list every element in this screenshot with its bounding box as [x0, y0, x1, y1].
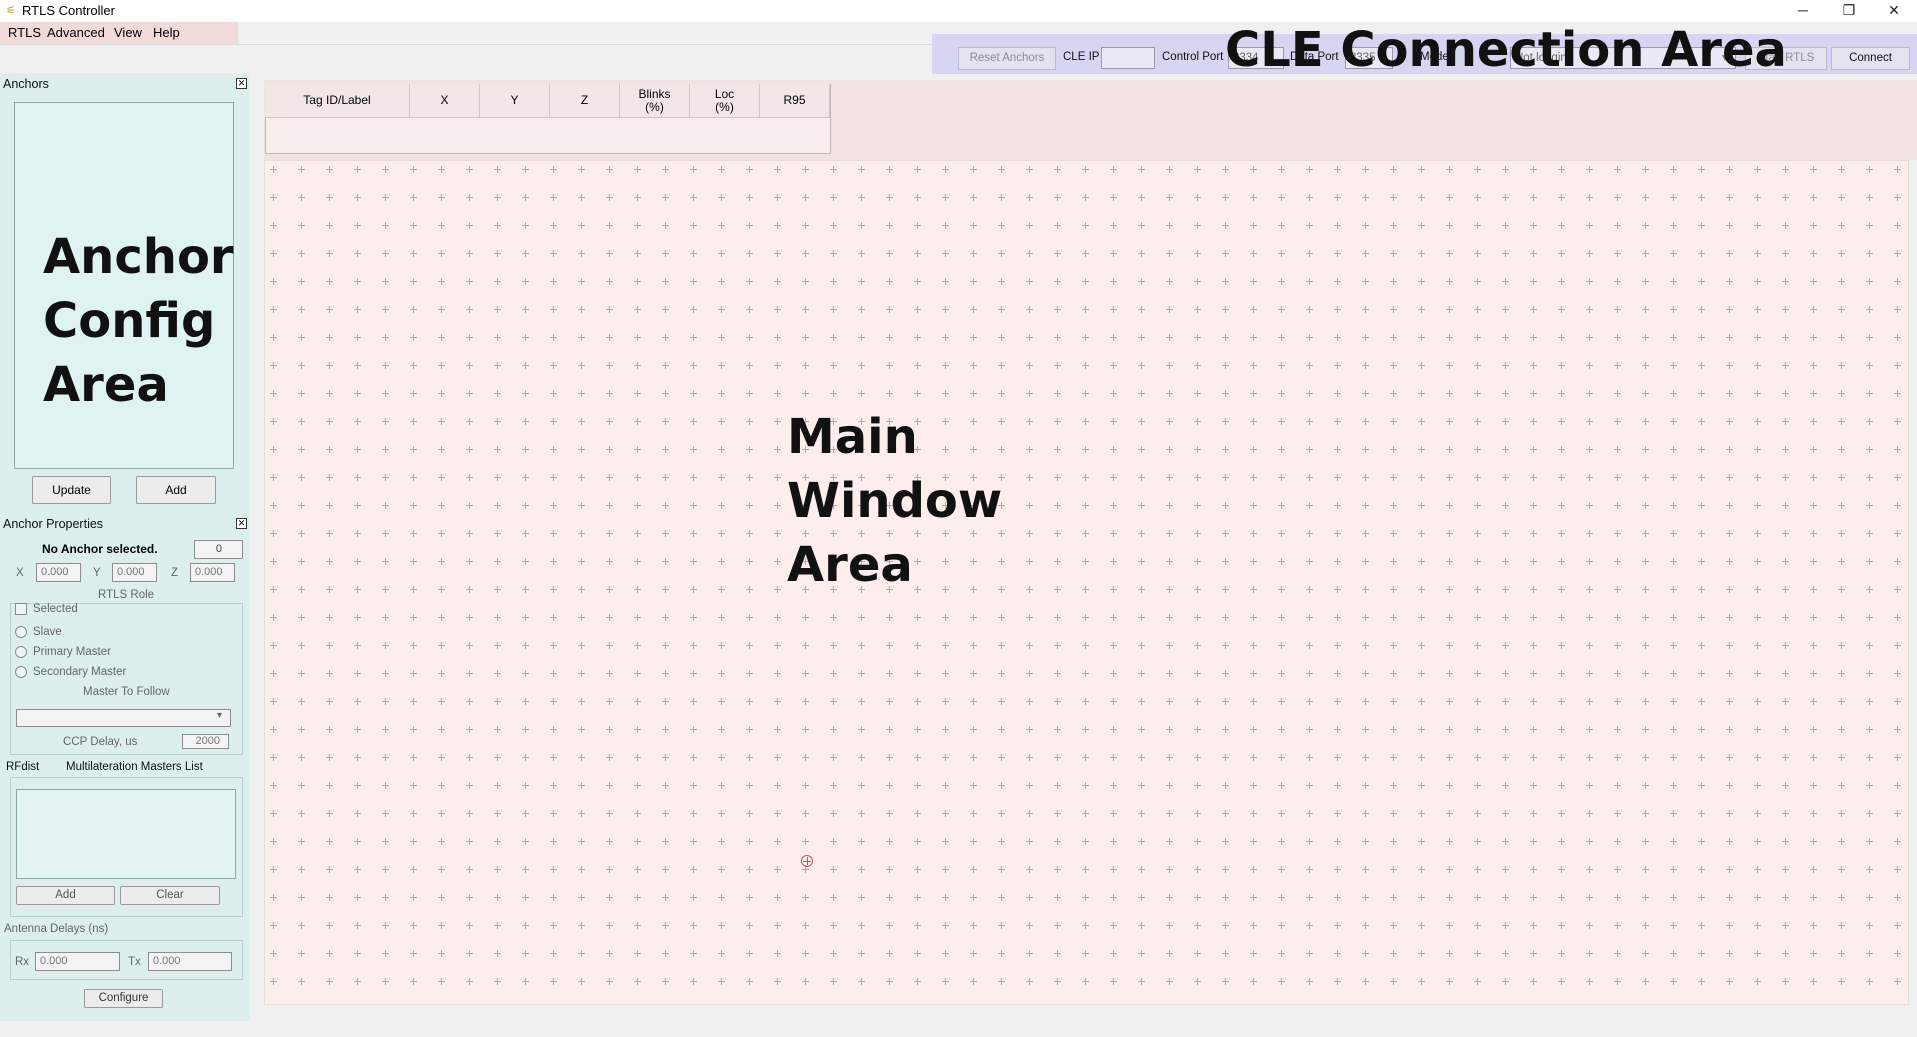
- rfdist-label: RFdist: [6, 761, 40, 773]
- control-port-label: Control Port: [1162, 51, 1224, 63]
- slave-radio[interactable]: [15, 626, 27, 638]
- secondary-master-label: Secondary Master: [33, 666, 127, 678]
- minimize-icon[interactable]: ─: [1780, 0, 1826, 22]
- menu-advanced[interactable]: Advanced: [47, 25, 105, 40]
- y-label: Y: [93, 567, 101, 579]
- column-loc[interactable]: Loc (%): [690, 84, 760, 118]
- ccp-delay-label: CCP Delay, us: [63, 736, 138, 748]
- multilat-add-button[interactable]: Add: [16, 886, 115, 905]
- primary-master-radio[interactable]: [15, 646, 27, 658]
- cle-ip-input[interactable]: [1101, 47, 1155, 69]
- app-icon: ⚟: [6, 5, 16, 17]
- main-canvas[interactable]: [264, 160, 1909, 1005]
- menu-help[interactable]: Help: [153, 25, 180, 40]
- z-label: Z: [171, 567, 179, 579]
- close-icon[interactable]: ✕: [1871, 0, 1917, 22]
- menu-view[interactable]: View: [114, 25, 142, 40]
- y-field[interactable]: 0.000: [112, 563, 157, 582]
- menu-rtls[interactable]: RTLS: [8, 25, 41, 40]
- configure-button[interactable]: Configure: [84, 989, 163, 1008]
- rx-field[interactable]: 0.000: [35, 952, 120, 971]
- tx-label: Tx: [128, 956, 141, 968]
- reset-anchors-button[interactable]: Reset Anchors: [958, 47, 1056, 70]
- x-field[interactable]: 0.000: [36, 563, 81, 582]
- window-title: RTLS Controller: [22, 3, 115, 18]
- column-x[interactable]: X: [410, 84, 480, 118]
- column-blinks[interactable]: Blinks (%): [620, 84, 690, 118]
- column-y[interactable]: Y: [480, 84, 550, 118]
- cle-ip-label: CLE IP: [1063, 51, 1100, 63]
- cle-area-annotation: CLE Connection Area: [1225, 22, 1787, 78]
- column-tag-id[interactable]: Tag ID/Label: [265, 84, 410, 118]
- anchor-properties-title: Anchor Properties: [3, 517, 104, 531]
- column-z[interactable]: Z: [550, 84, 620, 118]
- close-icon[interactable]: ✕: [236, 518, 247, 529]
- column-r95[interactable]: R95: [760, 84, 830, 118]
- master-to-follow-label: Master To Follow: [83, 686, 170, 698]
- antenna-delays-label: Antenna Delays (ns): [4, 923, 109, 935]
- main-area-annotation: Main Window Area: [787, 409, 1003, 593]
- anchor-status: No Anchor selected.: [42, 542, 158, 556]
- slave-label: Slave: [33, 626, 62, 638]
- origin-marker: [801, 855, 813, 867]
- primary-master-label: Primary Master: [33, 646, 111, 658]
- rtls-role-label: RTLS Role: [98, 589, 155, 601]
- multilat-clear-button[interactable]: Clear: [120, 886, 220, 905]
- rx-label: Rx: [15, 956, 30, 968]
- x-label: X: [16, 567, 24, 579]
- master-to-follow-select[interactable]: [16, 709, 231, 727]
- secondary-master-radio[interactable]: [15, 666, 27, 678]
- anchors-panel-title: Anchors: [3, 77, 49, 91]
- ccp-delay-field[interactable]: 2000: [182, 734, 229, 749]
- update-button[interactable]: Update: [32, 476, 111, 504]
- chevron-down-icon: ▾: [217, 710, 223, 721]
- maximize-icon[interactable]: ❐: [1826, 0, 1872, 22]
- selected-label: Selected: [33, 603, 78, 615]
- connect-button[interactable]: Connect: [1831, 47, 1910, 70]
- multilat-masters-label: Multilateration Masters List: [66, 761, 203, 773]
- selected-checkbox[interactable]: [15, 603, 27, 615]
- title-bar: [0, 0, 1917, 22]
- close-icon[interactable]: ✕: [236, 78, 247, 89]
- add-anchor-button[interactable]: Add: [136, 476, 216, 504]
- z-field[interactable]: 0.000: [190, 563, 235, 582]
- multilat-masters-list[interactable]: [16, 789, 236, 879]
- anchor-area-annotation: Anchor Config Area: [43, 229, 234, 413]
- tx-field[interactable]: 0.000: [148, 952, 232, 971]
- anchor-id-field[interactable]: 0: [194, 540, 243, 559]
